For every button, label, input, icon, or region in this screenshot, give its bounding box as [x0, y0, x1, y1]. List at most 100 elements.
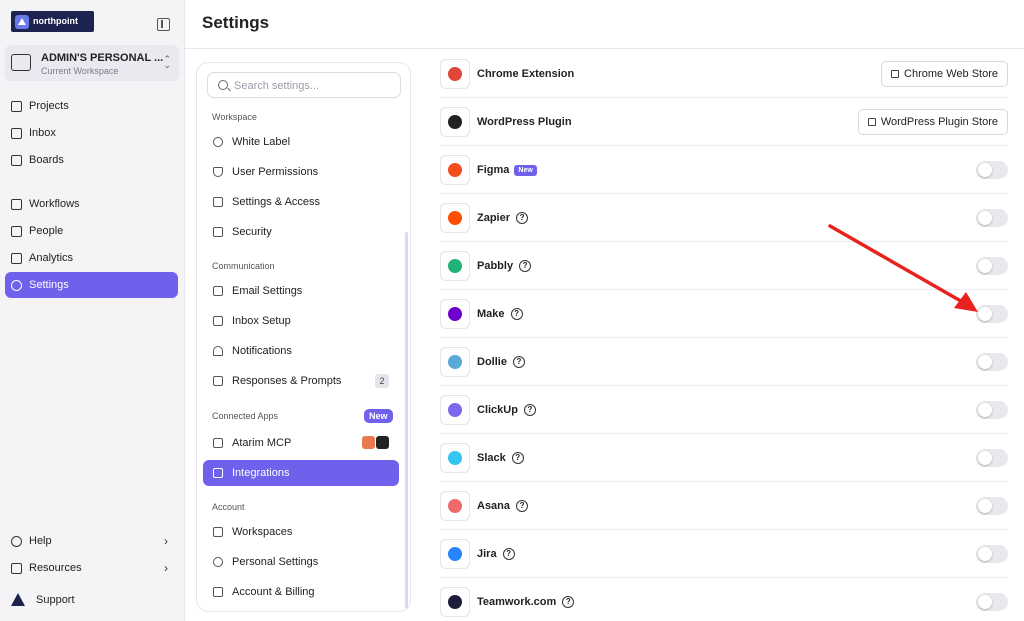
help-icon[interactable]: ?	[511, 452, 524, 464]
sidebar-item-boards[interactable]: Boards	[5, 147, 178, 173]
figma-toggle[interactable]	[976, 161, 1008, 179]
clickup-toggle[interactable]	[976, 401, 1008, 419]
count-badge: 2	[375, 374, 389, 388]
sidebar-item-inbox[interactable]: Inbox	[5, 120, 178, 146]
settings-nav-panel: Workspace White Label User Permissions S…	[196, 62, 411, 612]
help-icon[interactable]: ?	[516, 500, 529, 512]
chevron-right-icon: ›	[164, 561, 168, 575]
integration-label: Slack	[477, 452, 506, 464]
settings-item-account-billing[interactable]: Account & Billing	[203, 579, 399, 605]
settings-item-security[interactable]: Security	[203, 219, 399, 245]
inbox-icon	[213, 316, 223, 326]
integration-logo-glyph	[448, 163, 462, 177]
settings-search[interactable]	[207, 72, 401, 98]
sidebar-item-label: Analytics	[29, 252, 74, 264]
asana-icon	[440, 491, 470, 521]
integration-name: Figma New	[477, 164, 537, 176]
settings-item-personal-settings[interactable]: Personal Settings	[203, 549, 399, 575]
collapse-sidebar-icon[interactable]	[157, 18, 170, 31]
chevron-updown-icon: ⌃ ⌄	[163, 54, 171, 70]
integration-name: ClickUp?	[477, 404, 536, 416]
sidebar-item-label: Settings	[29, 279, 69, 291]
integration-row-chrome-extension: Chrome Extension Chrome Web Store	[440, 50, 1008, 98]
sidebar-item-projects[interactable]: Projects	[5, 93, 178, 119]
dollie-icon	[440, 347, 470, 377]
chrome-icon	[440, 59, 470, 89]
sidebar-item-settings[interactable]: Settings	[5, 272, 178, 298]
help-icon[interactable]: ?	[512, 356, 525, 368]
user-icon	[213, 557, 223, 567]
settings-item-notifications[interactable]: Notifications	[203, 338, 399, 364]
zapier-icon	[440, 203, 470, 233]
settings-item-settings-access[interactable]: Settings & Access	[203, 189, 399, 215]
search-input[interactable]	[234, 77, 394, 94]
sidebar-item-workflows[interactable]: Workflows	[5, 191, 178, 217]
sidebar-item-resources[interactable]: Resources ›	[5, 555, 178, 581]
settings-item-atarim-mcp[interactable]: Atarim MCP	[203, 430, 399, 456]
settings-item-inbox-setup[interactable]: Inbox Setup	[203, 308, 399, 334]
integration-label: ClickUp	[477, 404, 518, 416]
help-icon[interactable]: ?	[516, 212, 529, 224]
settings-item-label: White Label	[232, 136, 291, 148]
chart-icon	[11, 252, 22, 264]
sidebar-item-analytics[interactable]: Analytics	[5, 245, 178, 271]
integration-row-jira: Jira?	[440, 530, 1008, 578]
settings-nav-scrollbar[interactable]	[405, 232, 408, 609]
claude-icon	[362, 436, 375, 449]
sidebar-item-people[interactable]: People	[5, 218, 178, 244]
integration-name: Asana?	[477, 500, 529, 512]
settings-item-label: Responses & Prompts	[232, 375, 342, 387]
settings-item-responses-prompts[interactable]: Responses & Prompts 2	[203, 368, 399, 394]
integration-name: Zapier?	[477, 212, 529, 224]
sidebar-item-help[interactable]: Help ›	[5, 528, 178, 554]
asana-toggle[interactable]	[976, 497, 1008, 515]
dollie-toggle[interactable]	[976, 353, 1008, 371]
settings-item-workspaces[interactable]: Workspaces	[203, 519, 399, 545]
support-label: Support	[36, 594, 75, 606]
header-divider	[185, 48, 1024, 49]
workspace-subtitle: Current Workspace	[41, 66, 119, 76]
palette-icon	[213, 137, 223, 147]
search-icon	[218, 80, 228, 90]
page-title: Settings	[202, 13, 270, 32]
inbox-icon	[11, 127, 22, 139]
integration-label: Figma	[477, 164, 510, 176]
settings-item-email-settings[interactable]: Email Settings	[203, 278, 399, 304]
teamwork-icon	[440, 587, 470, 617]
mcp-app-icons	[361, 436, 389, 449]
slack-toggle[interactable]	[976, 449, 1008, 467]
help-icon[interactable]: ?	[519, 260, 532, 272]
integration-logo-glyph	[448, 595, 462, 609]
help-icon[interactable]: ?	[562, 596, 575, 608]
help-icon[interactable]: ?	[523, 404, 536, 416]
integration-logo-glyph	[448, 451, 462, 465]
settings-item-integrations[interactable]: Integrations	[203, 460, 399, 486]
chrome-web-store-button[interactable]: Chrome Web Store	[881, 61, 1008, 87]
settings-item-label: Personal Settings	[232, 556, 319, 568]
help-icon[interactable]: ?	[510, 308, 523, 320]
settings-item-user-permissions[interactable]: User Permissions	[203, 159, 399, 185]
clickup-icon	[440, 395, 470, 425]
support-link[interactable]: Support	[10, 592, 75, 608]
integration-logo-glyph	[448, 499, 462, 513]
settings-item-white-label[interactable]: White Label	[203, 129, 399, 155]
help-icon[interactable]: ?	[502, 548, 515, 560]
settings-item-label: Settings & Access	[232, 196, 321, 208]
integration-label: Asana	[477, 500, 511, 512]
integration-row-teamwork: Teamwork.com?	[440, 578, 1008, 621]
integration-row-figma: Figma New	[440, 146, 1008, 194]
northpoint-logo[interactable]: northpoint	[11, 11, 94, 32]
integration-logo-glyph	[448, 403, 462, 417]
board-icon	[11, 154, 22, 166]
integration-name: Make?	[477, 308, 523, 320]
workspace-switcher[interactable]: ADMIN'S PERSONAL ... Current Workspace ⌃…	[5, 45, 179, 81]
bell-icon	[213, 346, 223, 356]
sidebar-item-label: Inbox	[29, 127, 56, 139]
jira-toggle[interactable]	[976, 545, 1008, 563]
integration-logo-glyph	[448, 211, 462, 225]
wordpress-plugin-store-button[interactable]: WordPress Plugin Store	[857, 109, 1008, 135]
bookmark-icon	[213, 376, 223, 386]
integration-logo-glyph	[448, 67, 462, 81]
building-icon	[213, 527, 223, 537]
teamwork-toggle[interactable]	[976, 593, 1008, 611]
